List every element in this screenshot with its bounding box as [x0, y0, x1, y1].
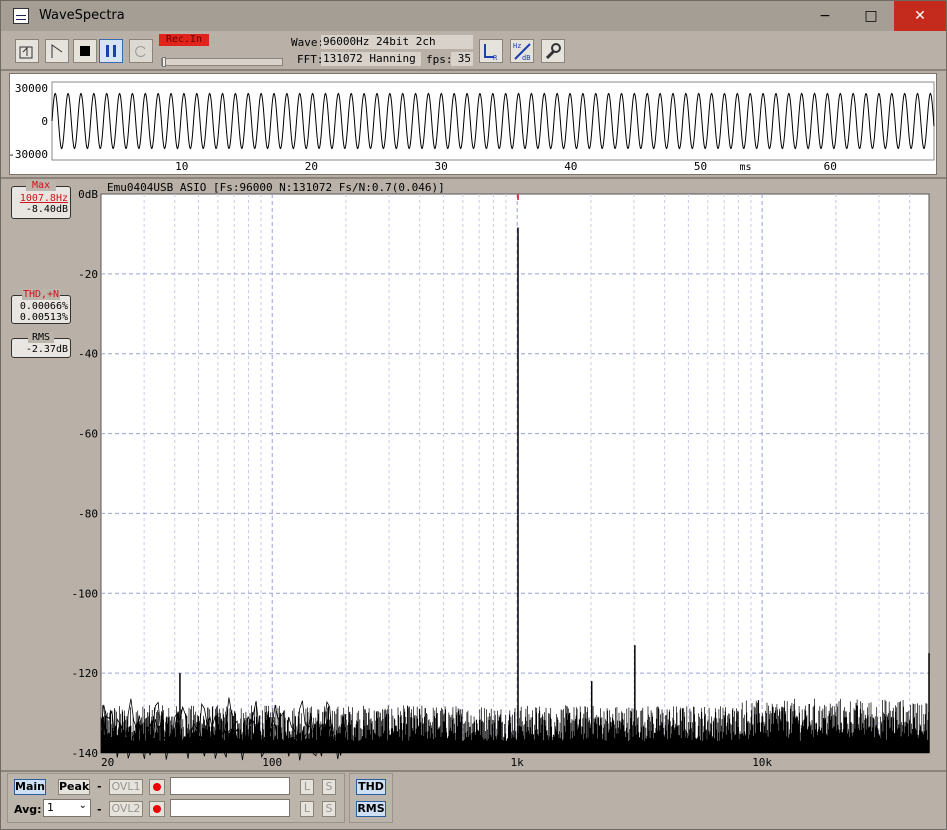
spectrum-y-tick-label: -120 — [72, 667, 99, 680]
record-dot-2-icon[interactable] — [149, 801, 165, 817]
waveform-y-tick-label: 0 — [41, 115, 48, 128]
spectrum-x-tick-label: 10k — [752, 756, 772, 769]
spectrum-x-tick-label: 1k — [511, 756, 525, 769]
close-button[interactable]: ✕ — [894, 1, 946, 31]
spectrum-plot: 0dB -20 -40 -60 -80 -100 -120 -14020 100 1k 10k — [72, 188, 930, 769]
open-file-button[interactable] — [15, 39, 39, 63]
ovl1-indicator: OVL1 — [109, 779, 143, 795]
spectrum-y-tick-label: 0dB — [78, 188, 98, 201]
spectrum-y-tick-label: -80 — [78, 507, 98, 520]
s-button-2[interactable]: S — [322, 801, 336, 817]
settings-button[interactable] — [541, 39, 565, 63]
fft-label: FFT: — [297, 53, 324, 66]
waveform-y-tick-label: 30000 — [15, 82, 48, 95]
avg-select[interactable]: 1 ⌄ — [43, 799, 91, 817]
spectrum-y-tick-label: -40 — [78, 348, 98, 361]
waveform-y-tick-label: -30000 — [10, 148, 48, 161]
spectrum-frame — [100, 193, 930, 754]
pause-button[interactable] — [99, 39, 123, 63]
thd-indicator: THD,+N 0.00066% 0.00513% — [11, 289, 71, 324]
thd-label: THD,+N — [22, 289, 60, 300]
dash-2: - — [97, 803, 102, 816]
minimize-button[interactable]: − — [802, 1, 848, 31]
waveform-x-tick-label: 20 — [305, 160, 318, 173]
input-level-slider[interactable] — [161, 57, 283, 67]
rec-in-indicator: Rec.In — [159, 34, 209, 46]
pause-icon — [106, 45, 116, 57]
thd-button[interactable]: THD — [356, 779, 386, 795]
spectrum-y-tick-label: -20 — [78, 268, 98, 281]
spectrum-x-tick-label: 20 — [101, 756, 114, 769]
avg-label: Avg: — [14, 803, 42, 816]
view-separator — [1, 177, 946, 179]
signal-icon — [51, 44, 63, 58]
hz-db-icon: HzdB — [513, 42, 531, 62]
thdn-value: 0.00513% — [19, 312, 68, 323]
file-name-field-1[interactable] — [170, 777, 290, 795]
hz-db-scale-button[interactable]: Hz dB — [510, 39, 534, 63]
toolbar-separator — [1, 69, 946, 71]
open-file-icon — [19, 46, 33, 59]
signal-generator-button[interactable] — [45, 39, 69, 63]
window-title: WaveSpectra — [39, 8, 125, 23]
lr-icon: R — [484, 44, 498, 62]
svg-text:R: R — [493, 54, 498, 62]
stop-icon — [80, 46, 90, 56]
fps-value: 35 — [451, 52, 473, 66]
rms-indicator: RMS -2.37dB — [11, 332, 71, 358]
spectrum-y-tick-label: -100 — [72, 587, 99, 600]
main-button[interactable]: Main — [14, 779, 46, 795]
app-icon — [13, 8, 29, 24]
spectrum-y-tick-label: -60 — [78, 428, 98, 441]
rms-label: RMS — [28, 332, 54, 343]
max-indicator: Max 1007.8Hz -8.40dB — [11, 180, 71, 219]
waveform-x-unit: ms — [739, 162, 751, 173]
spectrum-y-tick-label: -140 — [72, 747, 99, 760]
waveform-x-tick-label: 40 — [564, 160, 577, 173]
stop-button[interactable] — [73, 39, 97, 63]
thd-value: 0.00066% — [19, 301, 68, 312]
svg-text:dB: dB — [522, 54, 530, 62]
avg-value: 1 — [47, 801, 54, 814]
max-frequency: 1007.8Hz — [19, 193, 68, 204]
waveform-view: 30000 0 -30000 10 20 30 40 50 60 ms — [8, 73, 937, 175]
file-name-field-2[interactable] — [170, 799, 290, 817]
wave-format-field: 96000Hz 24bit 2ch — [321, 35, 473, 49]
record-button[interactable] — [129, 39, 153, 63]
waveform-plot: 30000 0 -30000 10 20 30 40 50 60 ms — [8, 81, 935, 173]
slider-thumb[interactable] — [162, 57, 166, 67]
dash-1: - — [97, 780, 102, 793]
l-button-1[interactable]: L — [300, 779, 314, 795]
svg-text:Hz: Hz — [513, 42, 521, 50]
maximize-button[interactable]: □ — [848, 1, 894, 31]
title-bar[interactable]: WaveSpectra − □ ✕ — [1, 1, 946, 31]
waveform-x-tick-label: 30 — [434, 160, 447, 173]
s-button-1[interactable]: S — [322, 779, 336, 795]
fft-setting-field: 131072 Hanning — [321, 52, 421, 66]
peak-button[interactable]: Peak — [58, 779, 90, 795]
ovl2-indicator: OVL2 — [109, 801, 143, 817]
waveform-x-tick-label: 60 — [824, 160, 837, 173]
record-icon — [135, 46, 146, 57]
fps-label: fps: — [426, 53, 453, 66]
max-level: -8.40dB — [25, 204, 68, 215]
record-dot-1-icon[interactable] — [149, 779, 165, 795]
rms-value: -2.37dB — [25, 344, 68, 355]
l-button-2[interactable]: L — [300, 801, 314, 817]
app-window: WaveSpectra − □ ✕ Rec.In Wave: 96000Hz 2… — [0, 0, 947, 830]
rms-button[interactable]: RMS — [356, 801, 386, 817]
chevron-down-icon: ⌄ — [78, 800, 87, 811]
bottom-separator — [1, 770, 946, 772]
wrench-icon — [545, 43, 561, 60]
max-label: Max — [26, 180, 56, 191]
spectrum-x-tick-label: 100 — [262, 756, 282, 769]
waveform-x-tick-label: 10 — [175, 160, 188, 173]
channel-lr-button[interactable]: R — [479, 39, 503, 63]
waveform-x-tick-label: 50 — [694, 160, 707, 173]
wave-label: Wave: — [291, 36, 325, 49]
